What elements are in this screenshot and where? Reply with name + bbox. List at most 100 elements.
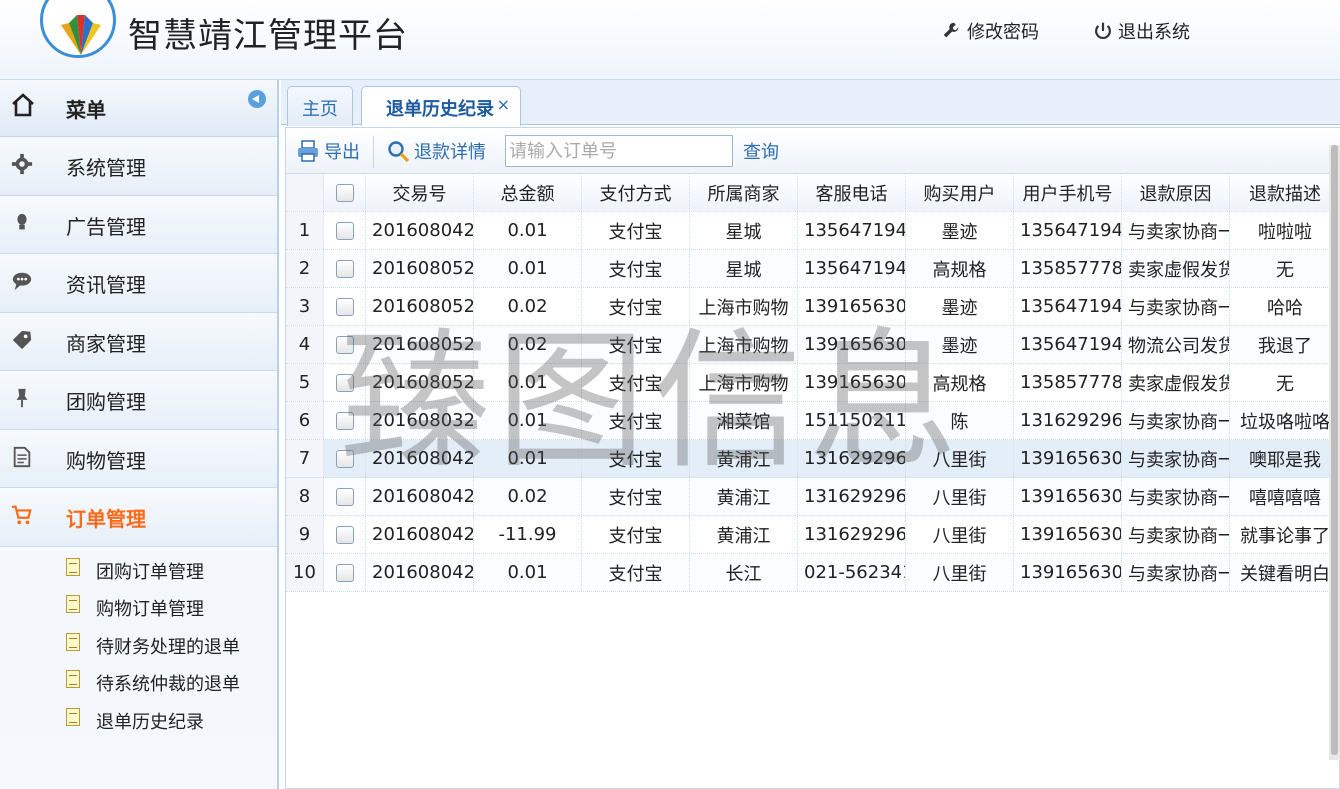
select-all-checkbox[interactable] [335,183,354,202]
column-header[interactable]: 总金额 [474,174,582,211]
column-header[interactable]: 购买用户 [906,174,1014,211]
submenu-item-label: 待财务处理的退单 [96,636,240,658]
column-header[interactable]: 用户手机号 [1014,174,1122,211]
row-checkbox-cell [324,516,366,553]
cell-pay: 支付宝 [582,402,690,439]
sidebar-item-label: 商家管理 [66,331,146,356]
row-checkbox[interactable] [335,411,354,430]
gear-icon [11,153,33,175]
submenu-item-shopping-orders[interactable]: 购物订单管理 [0,588,277,626]
submenu-item-arbitration-pending[interactable]: 待系统仲裁的退单 [0,663,277,701]
query-button[interactable]: 查询 [743,138,779,164]
cell-no: 2016080421 [366,478,474,515]
cell-amt: 0.02 [474,326,582,363]
toolbar-divider [373,136,374,168]
row-checkbox[interactable] [335,221,354,240]
table-row[interactable]: 3 20160805210.02支付宝上海市购物1391656308墨迹13564… [286,288,1340,326]
cell-no: 2016080421 [366,440,474,477]
cell-buyer: 高规格 [906,250,1014,287]
cell-reason: 与卖家协商一 [1122,288,1230,325]
row-checkbox[interactable] [335,373,354,392]
table-row[interactable]: 8 20160804210.02支付宝黄浦江1316292965八里街139165… [286,478,1340,516]
sidebar-item-groupbuy[interactable]: 团购管理 [0,371,277,430]
cell-tel: 1391656308 [798,288,906,325]
table-row[interactable]: 7 20160804210.01支付宝黄浦江1316292965八里街139165… [286,440,1340,478]
tag-icon [12,330,32,349]
sidebar-item-label: 系统管理 [66,156,146,180]
row-checkbox[interactable] [335,335,354,354]
column-header[interactable]: 客服电话 [798,174,906,211]
submenu-item-label: 购物订单管理 [96,599,204,620]
printer-icon [298,140,318,162]
cell-pay: 支付宝 [582,554,690,591]
cell-reason: 卖家虚假发货 [1122,250,1230,287]
row-checkbox-cell [324,288,366,325]
table-row[interactable]: 4 20160805210.02支付宝上海市购物1391656308墨迹13564… [286,326,1340,364]
cell-mer: 黄浦江 [690,516,798,553]
logout-link[interactable]: 退出系统 [1092,18,1190,44]
row-checkbox[interactable] [335,487,354,506]
order-number-input[interactable] [505,135,733,167]
row-number: 3 [286,288,324,325]
sidebar-item-shopping[interactable]: 购物管理 [0,429,277,488]
sidebar-item-merchants[interactable]: 商家管理 [0,312,277,371]
cell-buyer: 八里街 [906,516,1014,553]
power-icon [1095,22,1111,40]
cell-reason: 与卖家协商一 [1122,212,1230,249]
submenu-item-groupbuy-orders[interactable]: 团购订单管理 [0,551,277,589]
scrollbar-thumb[interactable] [1331,145,1338,755]
orders-submenu: 团购订单管理 购物订单管理 待财务处理的退单 待系统仲裁的退单 退单历史纪录 [0,550,277,739]
row-checkbox[interactable] [335,525,354,544]
tab-home[interactable]: 主页 [287,86,353,126]
table-row[interactable]: 2 20160805210.01支付宝星城1356471949高规格1358577… [286,250,1340,288]
submenu-item-refund-history[interactable]: 退单历史纪录 [0,701,277,739]
collapse-sidebar-button[interactable] [248,90,266,108]
refund-details-button[interactable]: 退款详情 [386,138,486,164]
app-title: 智慧靖江管理平台 [128,16,408,56]
tab-refund-history[interactable]: 退单历史纪录 × [361,86,521,126]
tab-bar: 主页 退单历史纪录 × [281,80,1340,126]
column-header[interactable]: 退款原因 [1122,174,1230,211]
export-label: 导出 [324,142,360,163]
cell-tel: 1316292965 [798,478,906,515]
table-row[interactable]: 5 20160805210.01支付宝上海市购物1391656308高规格1358… [286,364,1340,402]
cell-tel: 1356471949 [798,212,906,249]
column-header[interactable]: 退款描述 [1230,174,1340,211]
sidebar-item-news[interactable]: 资讯管理 [0,254,277,313]
row-checkbox[interactable] [335,297,354,316]
row-number: 4 [286,326,324,363]
menu-label: 菜单 [66,97,106,122]
close-tab-icon[interactable]: × [497,95,510,114]
menu-header: 菜单 [0,80,277,137]
cell-phone: 1356471949 [1014,212,1122,249]
submenu-item-label: 团购订单管理 [96,561,204,583]
table-row[interactable]: 9 2016080421-11.99支付宝黄浦江1316292965八里街1391… [286,516,1340,554]
sidebar-item-orders[interactable]: 订单管理 [0,488,277,547]
table-row[interactable]: 120160804210.01支付宝星城1356471949墨迹13564719… [286,212,1340,250]
sidebar-item-label: 团购管理 [66,390,146,414]
cell-amt: 0.01 [474,364,582,401]
change-password-link[interactable]: 修改密码 [941,18,1039,44]
sidebar-item-ads[interactable]: 广告管理 [0,195,277,254]
column-header[interactable]: 交易号 [366,174,474,211]
export-button[interactable]: 导出 [296,138,360,164]
table-row[interactable]: 10 20160804210.01支付宝长江021-562341八里街139165… [286,554,1340,592]
row-checkbox[interactable] [335,449,354,468]
cell-pay: 支付宝 [582,250,690,287]
cell-no: 2016080521 [366,250,474,287]
cell-desc: 无 [1276,373,1294,395]
cell-tel: 021-562341 [798,554,906,591]
row-checkbox[interactable] [335,259,354,278]
refund-details-label: 退款详情 [414,142,486,163]
row-checkbox[interactable] [335,563,354,582]
submenu-item-finance-pending[interactable]: 待财务处理的退单 [0,626,277,664]
vertical-scrollbar[interactable] [1329,145,1340,760]
cell-buyer: 八里街 [906,440,1014,477]
table-row[interactable]: 6 20160803210.01支付宝湘菜馆1511502114陈13162929… [286,402,1340,440]
lightbulb-icon [17,213,27,229]
column-header[interactable]: 支付方式 [582,174,690,211]
column-header[interactable]: 所属商家 [690,174,798,211]
sidebar-item-system[interactable]: 系统管理 [0,137,277,196]
cell-pay: 支付宝 [582,478,690,515]
row-checkbox-cell [324,478,366,515]
